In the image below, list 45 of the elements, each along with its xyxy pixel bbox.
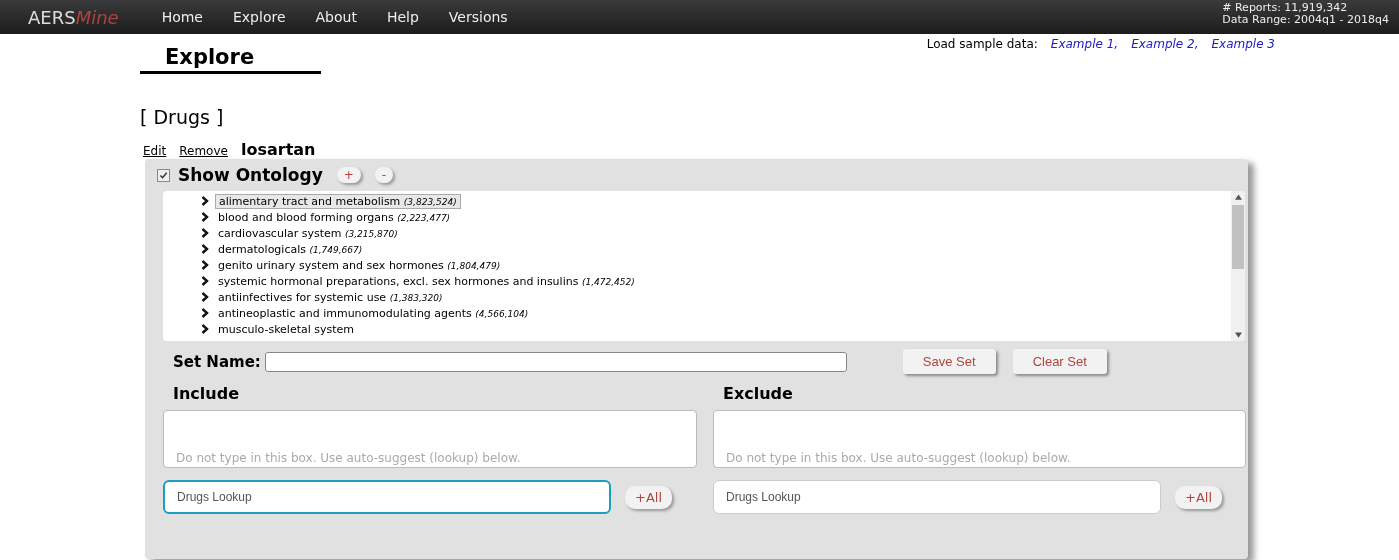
panel-title: Exclude <box>722 384 794 405</box>
scroll-up-icon[interactable] <box>1234 194 1242 200</box>
tree-node[interactable]: alimentary tract and metabolism (3,823,524) <box>215 193 461 209</box>
show-ontology-checkbox[interactable] <box>157 168 170 182</box>
tree-node[interactable]: blood and blood forming organs (2,223,477) <box>215 210 454 224</box>
set-button[interactable]: Clear Set <box>1012 349 1107 374</box>
sample-label: Load sample data: <box>926 37 1038 51</box>
tree-node[interactable]: systemic hormonal preparations, excl. sex hormones and insulins (1,472,452) <box>215 274 638 288</box>
stat-text: # Reports: 11,919,342 <box>1222 2 1349 14</box>
example-link[interactable]: Example 2, <box>1131 37 1199 51</box>
action-link[interactable]: Edit <box>143 144 167 158</box>
nav-link[interactable]: Versions <box>448 9 508 25</box>
tree-node[interactable]: genito urinary system and sex hormones (1,804,479) <box>215 258 504 272</box>
selection-box[interactable]: Do not type in this box. Use auto-suggest (lookup) below. <box>713 410 1246 468</box>
nav-link[interactable]: Explore <box>233 9 286 25</box>
page-title: Explore <box>140 45 321 74</box>
lookup-field[interactable]: Drugs Lookup <box>713 480 1161 514</box>
add-all-button[interactable]: +All <box>1175 485 1222 509</box>
set-name-field[interactable] <box>264 351 847 372</box>
scrollbar[interactable] <box>1231 191 1245 341</box>
logo-text[interactable]: AERS <box>28 6 76 28</box>
expand-button[interactable]: + <box>336 167 361 183</box>
nav-link[interactable]: Help <box>386 9 419 25</box>
nav-link[interactable]: About <box>315 9 357 25</box>
set-button[interactable]: Save Set <box>902 349 996 374</box>
section-title: [ Drugs ] <box>140 106 225 128</box>
ontology-label: Show Ontology <box>178 165 323 185</box>
tree-node[interactable]: antiinfectives for systemic use (1,383,320) <box>215 290 446 304</box>
scroll-down-icon[interactable] <box>1234 332 1242 338</box>
example-link[interactable]: Example 1, <box>1050 37 1119 51</box>
expand-button[interactable]: - <box>374 167 394 183</box>
tree-node[interactable]: antineoplastic and immunomodulating agents (4,566,104) <box>215 306 532 320</box>
tree-node[interactable]: dermatologicals (1,749,667) <box>215 242 366 256</box>
lookup-field[interactable]: Drugs Lookup <box>163 480 611 514</box>
tree-node[interactable]: cardiovascular system (3,215,870) <box>215 226 401 240</box>
nav-link[interactable]: Home <box>161 9 203 25</box>
stat-text: Data Range: 2004q1 - 2018q4 <box>1222 14 1389 26</box>
action-link[interactable]: Remove <box>179 144 228 158</box>
selection-box[interactable]: Do not type in this box. Use auto-suggest (lookup) below. <box>163 410 697 468</box>
set-name-label: Set Name: <box>173 352 261 371</box>
drug-name: losartan <box>240 140 316 159</box>
example-link[interactable]: Example 3 <box>1211 37 1275 51</box>
tree-node[interactable]: musculo-skeletal system <box>215 322 358 336</box>
add-all-button[interactable]: +All <box>625 485 672 509</box>
panel-title: Include <box>172 384 240 405</box>
